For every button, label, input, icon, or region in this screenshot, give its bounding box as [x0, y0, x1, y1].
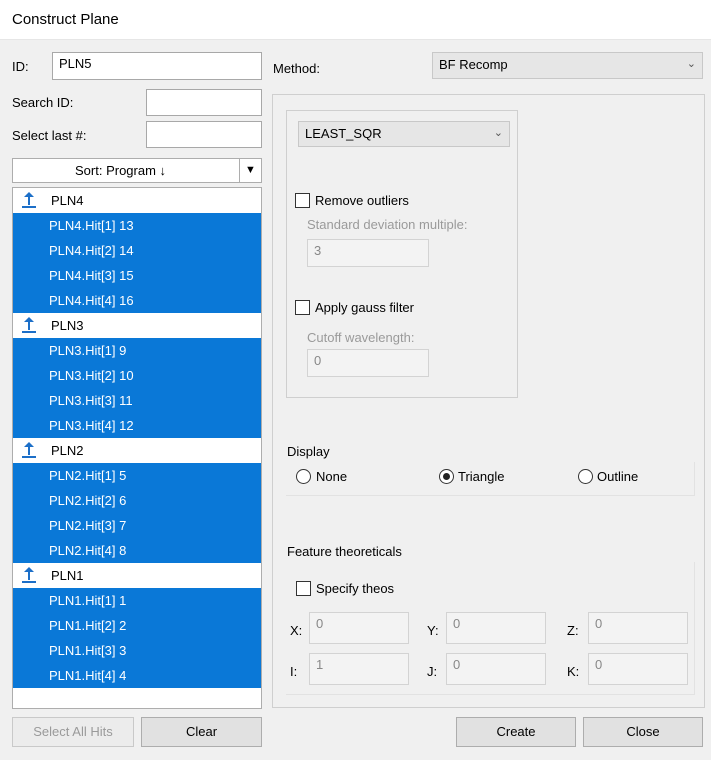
plane-feature-icon: [21, 316, 37, 334]
sort-dropdown-icon[interactable]: ▼: [239, 159, 261, 182]
chevron-down-icon: ⌄: [686, 58, 696, 70]
tree-hit-item[interactable]: PLN1.Hit[2] 2: [13, 613, 261, 638]
search-id-label: Search ID:: [12, 95, 74, 110]
select-all-hits-button[interactable]: Select All Hits: [12, 717, 134, 747]
j-label: J:: [427, 664, 438, 679]
z-input[interactable]: 0: [588, 612, 688, 644]
x-label: X:: [290, 623, 303, 638]
y-label: Y:: [427, 623, 439, 638]
search-id-input[interactable]: [146, 89, 262, 116]
remove-outliers-checkbox[interactable]: [295, 193, 310, 208]
create-button[interactable]: Create: [456, 717, 576, 747]
i-input[interactable]: 1: [309, 653, 409, 685]
z-label: Z:: [567, 623, 579, 638]
display-outline-label: Outline: [597, 469, 639, 484]
tree-hit-item[interactable]: PLN3.Hit[2] 10: [13, 363, 261, 388]
close-button[interactable]: Close: [583, 717, 703, 747]
method-label: Method:: [273, 61, 320, 76]
display-none-radio[interactable]: [296, 469, 311, 484]
tree-hit-item[interactable]: PLN3.Hit[1] 9: [13, 338, 261, 363]
sort-label: Sort: Program ↓: [75, 163, 167, 178]
tree-feature-item[interactable]: PLN3: [13, 313, 261, 338]
k-label: K:: [567, 664, 580, 679]
tree-hit-item[interactable]: PLN1.Hit[3] 3: [13, 638, 261, 663]
tree-hit-item[interactable]: PLN1.Hit[1] 1: [13, 588, 261, 613]
remove-outliers-label: Remove outliers: [315, 193, 409, 208]
tree-feature-label: PLN4: [51, 193, 84, 208]
cutoff-input[interactable]: 0: [307, 349, 429, 377]
cutoff-label: Cutoff wavelength:: [307, 330, 415, 345]
std-dev-input[interactable]: 3: [307, 239, 429, 267]
tree-feature-item[interactable]: PLN2: [13, 438, 261, 463]
display-triangle-label: Triangle: [458, 469, 505, 484]
tree-hit-item[interactable]: PLN2.Hit[4] 8: [13, 538, 261, 563]
specify-theos-label: Specify theos: [316, 581, 395, 596]
gauss-filter-label: Apply gauss filter: [315, 300, 414, 315]
sort-header[interactable]: Sort: Program ↓ ▼: [12, 158, 262, 183]
theoreticals-label: Feature theoreticals: [287, 544, 402, 559]
tree-hit-item[interactable]: PLN2.Hit[2] 6: [13, 488, 261, 513]
tree-hit-item[interactable]: PLN4.Hit[2] 14: [13, 238, 261, 263]
tree-feature-label: PLN3: [51, 318, 84, 333]
tree-hit-item[interactable]: PLN3.Hit[4] 12: [13, 413, 261, 438]
clear-button[interactable]: Clear: [141, 717, 262, 747]
tree-feature-item[interactable]: PLN1: [13, 563, 261, 588]
tree-hit-item[interactable]: PLN2.Hit[3] 7: [13, 513, 261, 538]
chevron-down-icon: ⌄: [493, 127, 503, 139]
id-input[interactable]: PLN5: [52, 52, 262, 80]
algorithm-value: LEAST_SQR: [305, 126, 382, 141]
tree-hit-item[interactable]: PLN1.Hit[4] 4: [13, 663, 261, 688]
tree-feature-label: PLN1: [51, 568, 84, 583]
tree-feature-label: PLN2: [51, 443, 84, 458]
tree-hit-item[interactable]: PLN4.Hit[3] 15: [13, 263, 261, 288]
display-none-label: None: [316, 469, 348, 484]
plane-feature-icon: [21, 441, 37, 459]
display-triangle-radio[interactable]: [439, 469, 454, 484]
id-label: ID:: [12, 59, 29, 74]
k-input[interactable]: 0: [588, 653, 688, 685]
algorithm-select[interactable]: LEAST_SQR ⌄: [298, 121, 510, 147]
y-input[interactable]: 0: [446, 612, 546, 644]
j-input[interactable]: 0: [446, 653, 546, 685]
method-select[interactable]: BF Recomp ⌄: [432, 52, 703, 79]
title-bar: Construct Plane: [0, 0, 711, 40]
i-label: I:: [290, 664, 298, 679]
tree-hit-item[interactable]: PLN4.Hit[1] 13: [13, 213, 261, 238]
std-dev-label: Standard deviation multiple:: [307, 217, 468, 232]
tree-feature-item[interactable]: PLN4: [13, 188, 261, 213]
tree-hit-item[interactable]: PLN3.Hit[3] 11: [13, 388, 261, 413]
select-last-input[interactable]: [146, 121, 262, 148]
hit-tree-list[interactable]: PLN4 PLN4.Hit[1] 13 PLN4.Hit[2] 14 PLN4.Hit…: [12, 187, 262, 709]
window-title: Construct Plane: [12, 11, 119, 28]
plane-feature-icon: [21, 191, 37, 209]
method-value: BF Recomp: [439, 57, 508, 72]
specify-theos-checkbox[interactable]: [296, 581, 311, 596]
tree-hit-item[interactable]: PLN4.Hit[4] 16: [13, 288, 261, 313]
plane-feature-icon: [21, 566, 37, 584]
x-input[interactable]: 0: [309, 612, 409, 644]
select-last-label: Select last #:: [12, 128, 87, 143]
tree-hit-item[interactable]: PLN2.Hit[1] 5: [13, 463, 261, 488]
display-label: Display: [287, 444, 330, 459]
gauss-filter-checkbox[interactable]: [295, 300, 310, 315]
display-outline-radio[interactable]: [578, 469, 593, 484]
